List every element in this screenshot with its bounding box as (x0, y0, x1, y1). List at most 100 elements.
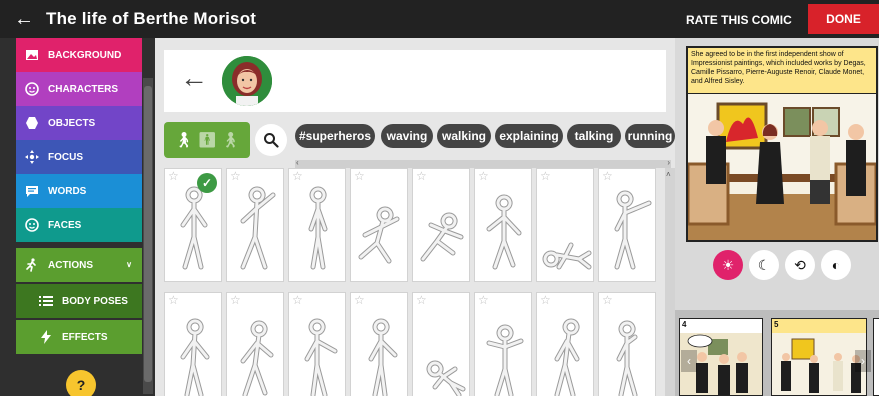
pose-card[interactable]: ☆ (164, 292, 222, 396)
pose-card[interactable]: ☆ (598, 168, 656, 282)
category-effects[interactable]: EFFECTS (16, 320, 142, 354)
tag-talking[interactable]: talking (567, 124, 621, 148)
category-background[interactable]: BACKGROUND (16, 38, 142, 72)
category-label: CHARACTERS (48, 83, 118, 95)
category-label: BODY POSES (62, 295, 128, 307)
walking-figure-icon[interactable]: 🚶︎ (174, 131, 193, 149)
pointing-figure-icon[interactable]: 🚶︎ (221, 131, 240, 149)
pose-card[interactable]: ☆ (536, 292, 594, 396)
avatar[interactable] (222, 56, 272, 106)
pose-type-toggle[interactable]: 🚶︎ 🚹︎ 🚶︎ (164, 122, 250, 158)
back-arrow-icon[interactable]: ← (14, 9, 34, 29)
thumbnail-panel-partial[interactable] (873, 318, 879, 396)
category-label: EFFECTS (62, 331, 108, 343)
panel-number: 4 (682, 320, 687, 329)
search-button[interactable] (255, 124, 287, 156)
thumbnail-prev-icon[interactable]: ‹ (681, 350, 697, 372)
pose-card[interactable]: ☆ (412, 292, 470, 396)
speech-bubble-icon (24, 183, 40, 199)
left-category-panel: BACKGROUND CHARACTERS OBJECTS FOCUS WORD… (0, 38, 155, 396)
scroll-thumb[interactable] (144, 86, 152, 382)
pose-figure (420, 212, 464, 262)
pose-figure (304, 318, 338, 396)
category-characters[interactable]: CHARACTERS (16, 72, 142, 106)
night-mode-button[interactable]: ☾ (749, 250, 779, 280)
search-icon (264, 133, 279, 148)
tag-running[interactable]: running (625, 124, 675, 148)
brightness-icon: ☀ (721, 256, 735, 273)
history-icon: ⟲ (794, 256, 806, 273)
lightning-icon (38, 329, 54, 345)
pose-card[interactable]: ☆ (598, 292, 656, 396)
focus-icon (24, 149, 40, 165)
panel-number: 5 (774, 320, 779, 329)
pose-card[interactable]: ☆ (474, 292, 532, 396)
category-body-poses[interactable]: BODY POSES (16, 284, 142, 318)
pose-figure (368, 318, 398, 396)
pose-figure (486, 324, 524, 396)
pose-figure (486, 194, 522, 270)
pose-figure (554, 318, 580, 396)
pose-card[interactable]: ☆ (412, 168, 470, 282)
pose-picker-area: ← 🚶︎ 🚹︎ 🚶︎ #superheros waving walking ex… (155, 38, 675, 396)
image-icon (24, 47, 40, 63)
thumbnail-next-icon[interactable]: › (855, 350, 871, 372)
pose-card[interactable]: ☆ (536, 168, 594, 282)
category-label: FOCUS (48, 151, 83, 163)
category-objects[interactable]: OBJECTS (16, 106, 142, 140)
tags-horizontal-scrollbar[interactable]: ‹ › (295, 158, 671, 168)
category-label: FACES (48, 219, 82, 231)
list-icon (38, 293, 54, 309)
pose-card[interactable]: ☆ ✓ (164, 168, 222, 282)
top-bar: ← The life of Berthe Morisot RATE THIS C… (0, 0, 879, 38)
chevron-down-icon: ∨ (126, 260, 132, 269)
palette-button[interactable]: ◐ (821, 250, 851, 280)
panel-thumbnail-strip: 4 5 ‹ › (675, 310, 879, 396)
category-actions[interactable]: ACTIONS ∨ (16, 248, 142, 282)
pose-grid: ☆ ✓ ☆ ☆ ☆ ☆ ☆ ☆ ☆ ☆ ☆ ☆ ☆ ☆ ☆ ☆ ☆ (164, 168, 664, 396)
thumbnail-panel-selected[interactable]: 5 (771, 318, 867, 396)
pose-card[interactable]: ☆ (350, 168, 408, 282)
poses-vertical-scrollbar[interactable]: ˄ (665, 168, 675, 396)
comic-panel[interactable]: She agreed to be in the first independen… (686, 46, 878, 242)
help-button[interactable]: ? (66, 370, 96, 396)
hexagon-icon (24, 115, 40, 131)
pose-figure (614, 190, 652, 270)
scroll-left-icon[interactable]: ‹ (296, 158, 299, 167)
done-button[interactable]: DONE (808, 4, 879, 34)
pose-figure (358, 206, 400, 264)
history-button[interactable]: ⟲ (785, 250, 815, 280)
character-header: ← (164, 50, 666, 112)
category-label: ACTIONS (48, 259, 93, 271)
pose-figure (180, 318, 210, 396)
caption-box[interactable]: She agreed to be in the first independen… (688, 48, 876, 94)
back-arrow-icon[interactable]: ← (180, 64, 208, 92)
category-focus[interactable]: FOCUS (16, 140, 142, 174)
comic-title: The life of Berthe Morisot (46, 9, 257, 28)
pose-card[interactable]: ☆ (288, 292, 346, 396)
tag-waving[interactable]: waving (381, 124, 433, 148)
pose-card[interactable]: ☆ (226, 292, 284, 396)
brightness-button[interactable]: ☀ (713, 250, 743, 280)
smiley-icon (24, 217, 40, 233)
standing-figure-icon[interactable]: 🚹︎ (197, 131, 216, 149)
scroll-right-icon[interactable]: › (667, 158, 670, 167)
pose-figure (542, 242, 592, 270)
category-faces[interactable]: FACES (16, 208, 142, 242)
pose-figure (180, 186, 208, 270)
pose-card[interactable]: ☆ (226, 168, 284, 282)
pose-card[interactable]: ☆ (288, 168, 346, 282)
scroll-up-icon[interactable]: ˄ (666, 170, 671, 179)
left-scrollbar[interactable] (143, 78, 153, 394)
category-words[interactable]: WORDS (16, 174, 142, 208)
running-figure-icon (24, 257, 40, 273)
category-label: BACKGROUND (48, 49, 122, 61)
pose-card[interactable]: ☆ (350, 292, 408, 396)
pose-card[interactable]: ☆ (474, 168, 532, 282)
tag-explaining[interactable]: explaining (495, 124, 563, 148)
category-label: OBJECTS (48, 117, 96, 129)
rate-comic-button[interactable]: RATE THIS COMIC (686, 13, 792, 27)
tag-superheros[interactable]: #superheros (295, 124, 375, 148)
moon-icon: ☾ (757, 256, 771, 273)
tag-walking[interactable]: walking (437, 124, 491, 148)
